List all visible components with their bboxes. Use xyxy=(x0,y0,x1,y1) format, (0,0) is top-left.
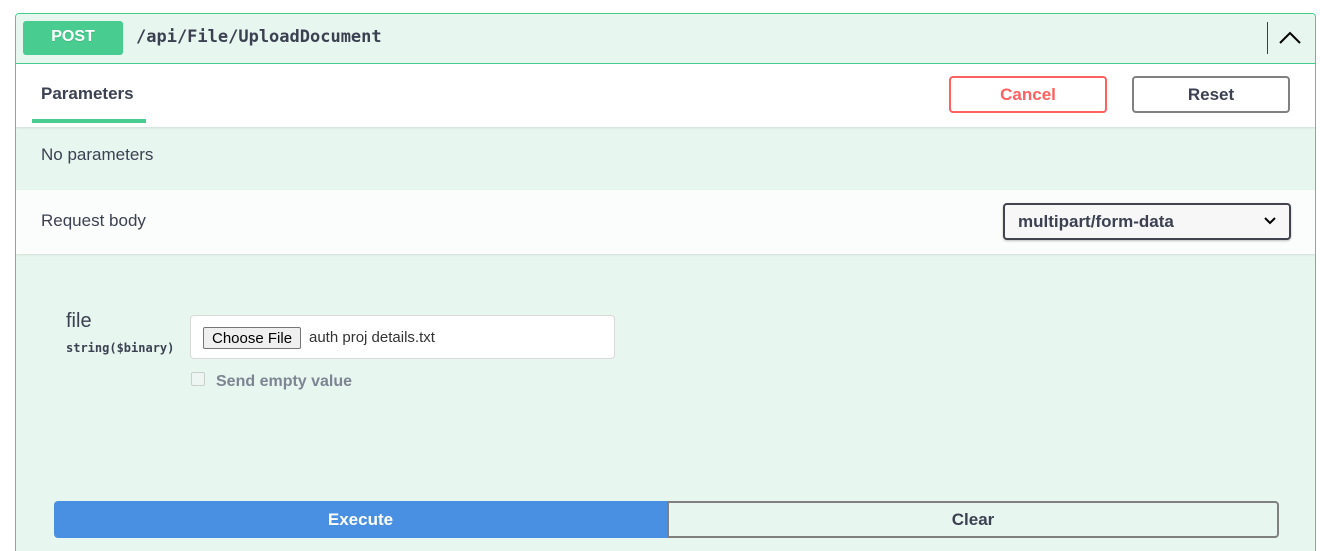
file-input[interactable]: Choose File auth proj details.txt xyxy=(190,315,615,359)
send-empty-checkbox[interactable] xyxy=(191,372,205,386)
http-method-badge: POST xyxy=(23,21,123,55)
operation-block: POST /api/File/UploadDocument Parameters… xyxy=(15,13,1316,551)
send-empty-label: Send empty value xyxy=(216,373,353,390)
chevron-up-icon xyxy=(1279,31,1301,44)
clear-button[interactable]: Clear xyxy=(667,501,1279,538)
choose-file-button[interactable]: Choose File xyxy=(203,327,302,349)
param-name-file: file xyxy=(66,310,92,332)
content-type-value: multipart/form-data xyxy=(1018,212,1174,231)
selected-file-name: auth proj details.txt xyxy=(309,329,435,346)
parameters-header: Parameters Cancel Reset xyxy=(16,64,1315,127)
summary-divider xyxy=(1267,22,1268,54)
param-type: string($binary) xyxy=(66,341,175,355)
endpoint-path: /api/File/UploadDocument xyxy=(136,27,382,47)
reset-button[interactable]: Reset xyxy=(1132,76,1290,113)
operation-summary[interactable]: POST /api/File/UploadDocument xyxy=(16,14,1315,64)
request-body-label: Request body xyxy=(41,211,146,230)
chevron-down-icon xyxy=(1264,217,1276,225)
collapse-button[interactable] xyxy=(1274,24,1306,52)
execute-button[interactable]: Execute xyxy=(54,501,667,538)
tab-parameters[interactable]: Parameters xyxy=(41,84,134,104)
content-type-select[interactable]: multipart/form-data xyxy=(1003,203,1291,240)
request-body-header: Request body multipart/form-data xyxy=(16,190,1315,254)
no-parameters-text: No parameters xyxy=(41,145,154,164)
cancel-button[interactable]: Cancel xyxy=(949,76,1107,113)
active-tab-indicator xyxy=(32,119,146,123)
